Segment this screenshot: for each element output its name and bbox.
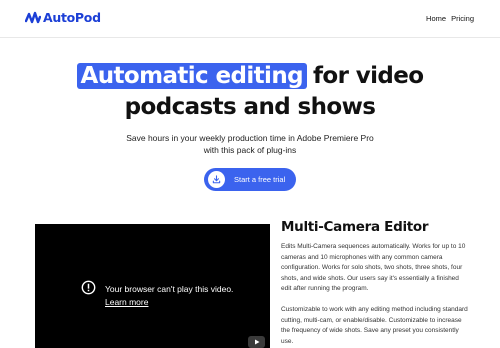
video-player[interactable]: Your browser can't play this video. Lear… bbox=[35, 224, 270, 348]
hero-headline-rest: for video bbox=[312, 63, 424, 89]
waveform-logo-icon bbox=[25, 11, 41, 23]
brand-name: AutoPod bbox=[43, 10, 101, 25]
hero-highlight: Automatic editing bbox=[76, 63, 307, 89]
top-navbar: AutoPod Home Pricing bbox=[0, 0, 500, 38]
feature-description-1: Edits Multi-Camera sequences automatical… bbox=[281, 243, 466, 292]
multi-camera-editor-heading: Multi-Camera Editor bbox=[281, 219, 429, 235]
youtube-icon[interactable] bbox=[248, 336, 265, 348]
video-error-text: Your browser can't play this video. bbox=[105, 284, 234, 294]
learn-more-link[interactable]: Learn more bbox=[105, 297, 233, 307]
hero-headline-line1: Automatic editing for video bbox=[0, 59, 500, 93]
nav-pricing-link[interactable]: Pricing bbox=[451, 14, 474, 23]
video-error-message: Your browser can't play this video. Lear… bbox=[81, 279, 233, 307]
hero-subtitle-line1: Save hours in your weekly production tim… bbox=[126, 133, 374, 143]
info-icon bbox=[81, 280, 96, 295]
feature-description-2: Customizable to work with any editing me… bbox=[281, 306, 468, 345]
download-icon bbox=[208, 171, 225, 188]
autopod-logo[interactable]: AutoPod bbox=[25, 10, 101, 25]
start-free-trial-button[interactable]: Start a free trial bbox=[204, 168, 296, 191]
hero-headline-line2: podcasts and shows bbox=[124, 94, 376, 120]
cta-label: Start a free trial bbox=[234, 175, 286, 184]
hero-subtitle-line2: with this pack of plug-ins bbox=[203, 145, 297, 155]
hero-subtitle: Save hours in your weekly production tim… bbox=[0, 132, 500, 156]
nav-links: Home Pricing bbox=[426, 14, 474, 23]
nav-home-link[interactable]: Home bbox=[426, 14, 446, 23]
